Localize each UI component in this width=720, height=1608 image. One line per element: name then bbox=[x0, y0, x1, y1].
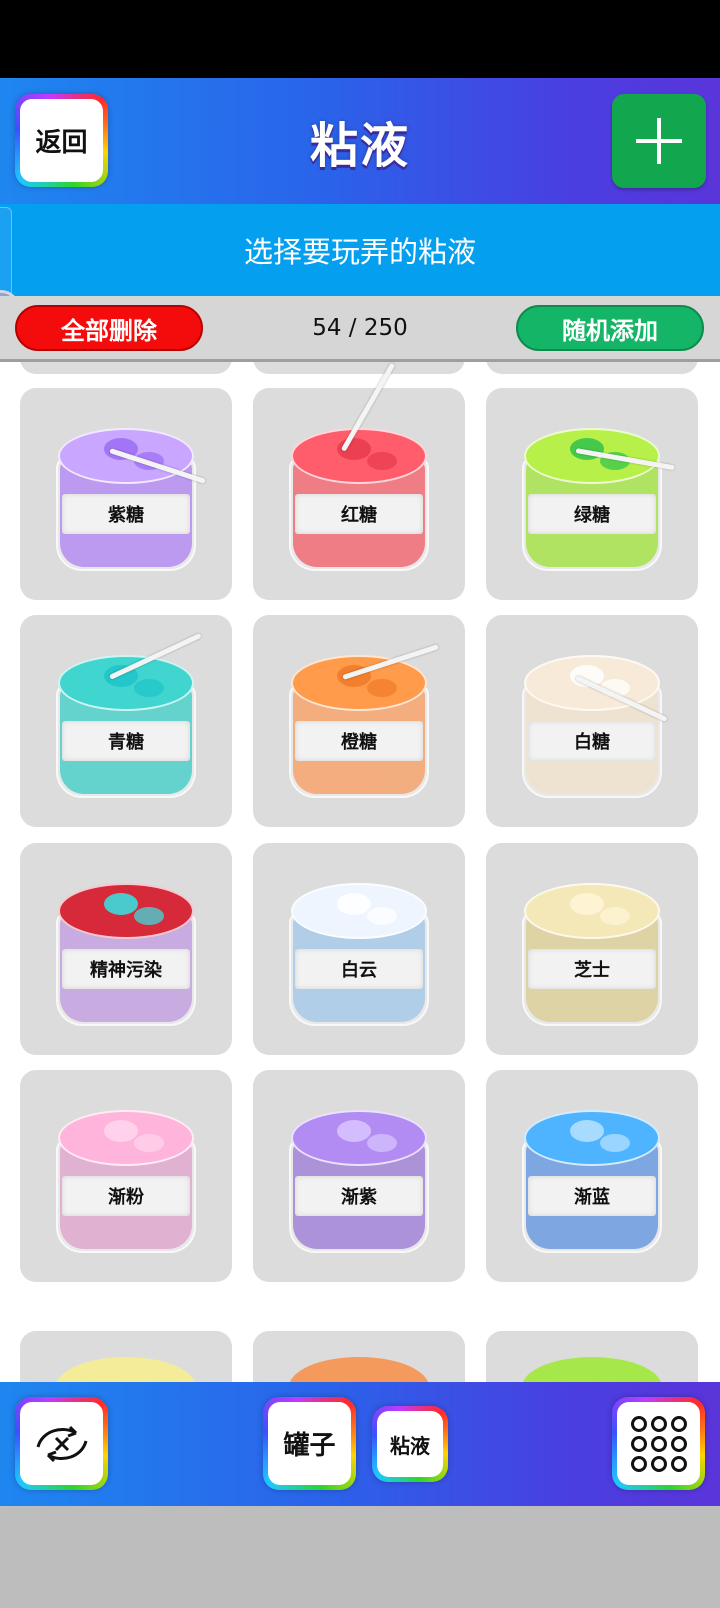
slime-card-partial[interactable] bbox=[486, 1331, 698, 1382]
slime-jar: 红糖 bbox=[289, 416, 429, 574]
swap-button[interactable] bbox=[15, 1397, 108, 1490]
slime-jar: 芝士 bbox=[522, 871, 662, 1029]
slime-name-label: 红糖 bbox=[295, 494, 423, 534]
slime-jar: 渐紫 bbox=[289, 1098, 429, 1256]
jar-tab-button[interactable]: 罐子 bbox=[263, 1397, 356, 1490]
slime-jar: 渐蓝 bbox=[522, 1098, 662, 1256]
slime-count: 54 / 250 bbox=[312, 315, 408, 341]
slime-card-partial[interactable] bbox=[20, 362, 232, 374]
slime-card[interactable]: 渐蓝 bbox=[486, 1070, 698, 1282]
slime-name-label: 精神污染 bbox=[62, 949, 190, 989]
slime-name-label: 白云 bbox=[295, 949, 423, 989]
slime-jar: 橙糖 bbox=[289, 643, 429, 801]
slime-card-partial[interactable] bbox=[20, 1331, 232, 1382]
grid-menu-button[interactable] bbox=[612, 1397, 705, 1490]
slime-card[interactable]: 青糖 bbox=[20, 615, 232, 827]
slime-card[interactable]: 白糖 bbox=[486, 615, 698, 827]
slime-name-label: 绿糖 bbox=[528, 494, 656, 534]
slime-card[interactable]: 渐粉 bbox=[20, 1070, 232, 1282]
slime-card[interactable]: 精神污染 bbox=[20, 843, 232, 1055]
slime-tab-label: 粘液 bbox=[377, 1411, 443, 1477]
slime-card[interactable]: 紫糖 bbox=[20, 388, 232, 600]
slime-card-partial[interactable] bbox=[253, 362, 465, 374]
slime-card[interactable]: 芝士 bbox=[486, 843, 698, 1055]
instruction-banner: 选择要玩弄的粘液 bbox=[0, 204, 720, 296]
slime-jar: 紫糖 bbox=[56, 416, 196, 574]
random-add-button[interactable]: 随机添加 bbox=[516, 305, 704, 351]
slime-name-label: 芝士 bbox=[528, 949, 656, 989]
grid-circles-icon bbox=[617, 1402, 700, 1485]
swap-arrows-icon bbox=[20, 1402, 103, 1485]
slime-tab-button[interactable]: 粘液 bbox=[372, 1406, 448, 1482]
slime-name-label: 渐紫 bbox=[295, 1176, 423, 1216]
slime-card[interactable]: 绿糖 bbox=[486, 388, 698, 600]
slime-name-label: 渐蓝 bbox=[528, 1176, 656, 1216]
slime-name-label: 青糖 bbox=[62, 721, 190, 761]
slime-name-label: 渐粉 bbox=[62, 1176, 190, 1216]
slime-card[interactable]: 渐紫 bbox=[253, 1070, 465, 1282]
add-button[interactable] bbox=[612, 94, 706, 188]
slime-name-label: 紫糖 bbox=[62, 494, 190, 534]
jar-tab-label: 罐子 bbox=[268, 1402, 351, 1485]
slime-name-label: 白糖 bbox=[528, 721, 656, 761]
slime-card-partial[interactable] bbox=[253, 1331, 465, 1382]
status-bar bbox=[0, 0, 720, 78]
slime-name-label: 橙糖 bbox=[295, 721, 423, 761]
navigation-area bbox=[0, 1506, 720, 1608]
delete-all-button[interactable]: 全部删除 bbox=[15, 305, 203, 351]
instruction-text: 选择要玩弄的粘液 bbox=[243, 235, 476, 269]
slime-card[interactable]: 白云 bbox=[253, 843, 465, 1055]
slime-jar: 渐粉 bbox=[56, 1098, 196, 1256]
slime-jar: 白云 bbox=[289, 871, 429, 1029]
slime-jar: 精神污染 bbox=[56, 871, 196, 1029]
slime-card-partial[interactable] bbox=[486, 362, 698, 374]
slime-jar: 绿糖 bbox=[522, 416, 662, 574]
slime-grid: 紫糖 红糖 绿糖青糖 橙糖 白糖精神污染 白云 芝士渐粉 渐紫 渐蓝 bbox=[0, 362, 720, 1382]
slime-jar: 白糖 bbox=[522, 643, 662, 801]
slime-card[interactable]: 橙糖 bbox=[253, 615, 465, 827]
slime-card[interactable]: 红糖 bbox=[253, 362, 465, 600]
